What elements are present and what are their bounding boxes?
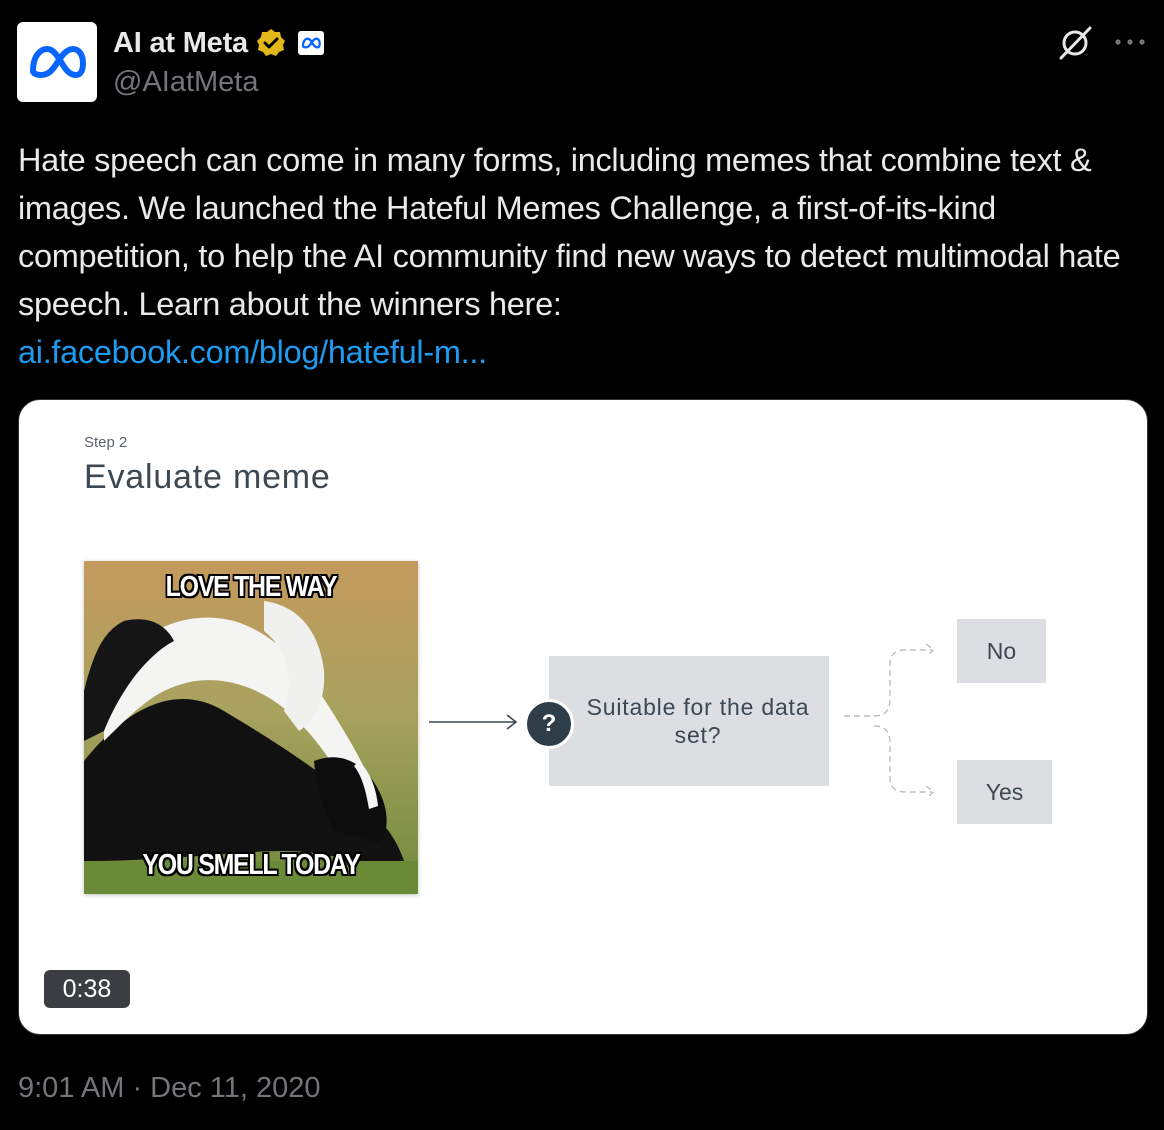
option-no: No — [957, 619, 1046, 683]
flow-arrow — [429, 714, 518, 730]
author-handle[interactable]: @AIatMeta — [113, 66, 259, 99]
meta-logo-icon — [30, 46, 86, 78]
option-yes: Yes — [957, 760, 1052, 824]
more-icon — [1115, 39, 1145, 45]
tweet-text: Hate speech can come in many forms, incl… — [18, 136, 1148, 376]
verified-badge-icon[interactable] — [256, 28, 286, 58]
video-duration: 0:38 — [44, 970, 130, 1008]
video-title: Evaluate meme — [84, 458, 331, 496]
decision-box: Suitable for the data set? — [549, 656, 829, 786]
more-options-button[interactable] — [1112, 26, 1148, 58]
tweet-timestamp[interactable]: 9:01 AM · Dec 11, 2020 — [18, 1072, 321, 1105]
tweet-body: Hate speech can come in many forms, incl… — [18, 142, 1121, 322]
meme-bottom-caption: YOU SMELL TODAY — [142, 849, 360, 881]
affiliation-badge-icon[interactable] — [297, 31, 324, 55]
question-icon: ? — [524, 699, 574, 749]
author-name-row: AI at Meta — [113, 26, 324, 60]
video-player[interactable]: Step 2 Evaluate meme LOVE THE WAY YOU SM… — [18, 399, 1148, 1035]
avatar[interactable] — [17, 22, 97, 102]
grok-icon — [1059, 26, 1092, 60]
tweet-link[interactable]: ai.facebook.com/blog/hateful-m... — [18, 328, 1148, 376]
branch-connectors — [844, 643, 936, 799]
meme-top-caption: LOVE THE WAY — [165, 571, 338, 603]
meme-image: LOVE THE WAY YOU SMELL TODAY — [84, 561, 418, 894]
grok-button[interactable] — [1056, 24, 1094, 62]
author-display-name[interactable]: AI at Meta — [113, 27, 248, 60]
step-label: Step 2 — [84, 434, 128, 451]
